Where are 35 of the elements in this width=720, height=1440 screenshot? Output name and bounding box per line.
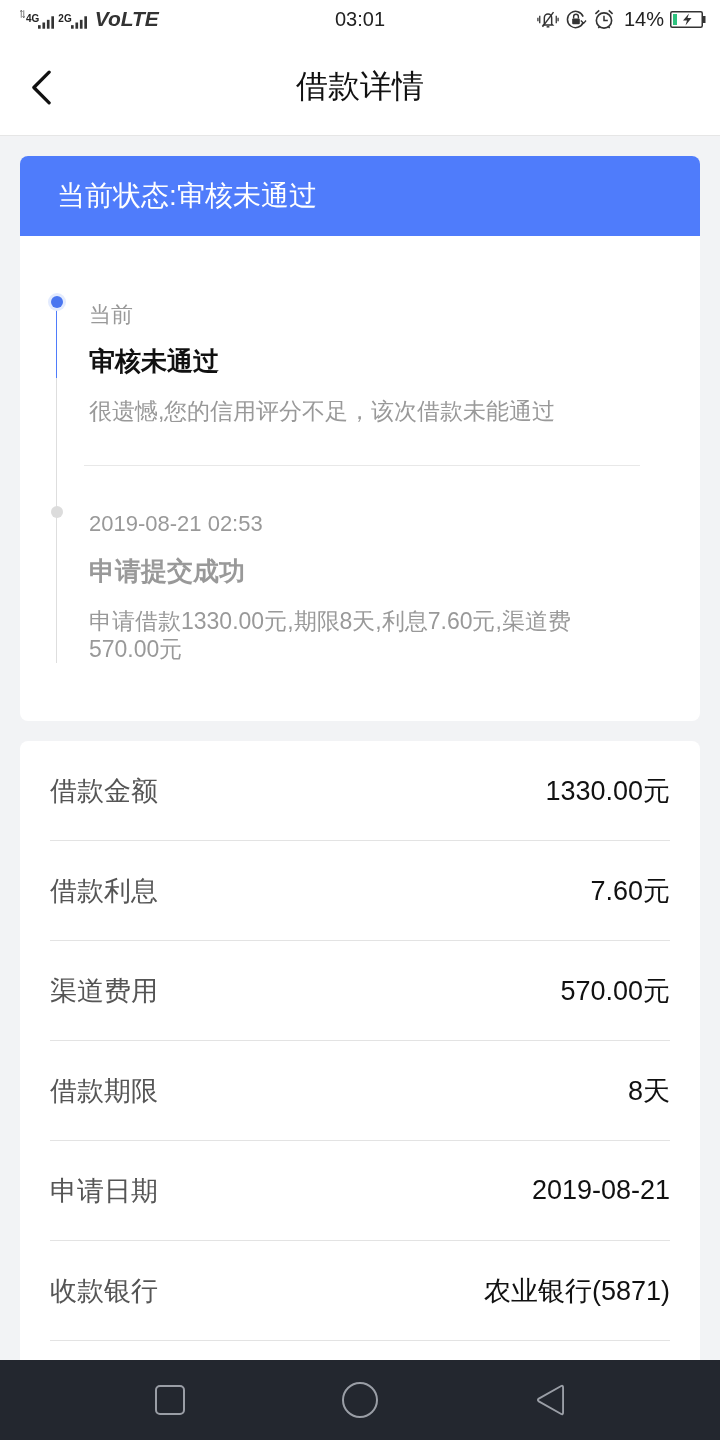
detail-value: 7.60元 bbox=[590, 874, 670, 908]
timeline-time: 2019-08-21 02:53 bbox=[89, 510, 263, 538]
volte-label: VoLTE bbox=[94, 7, 159, 31]
detail-label: 借款利息 bbox=[50, 874, 158, 908]
timeline-title: 审核未通过 bbox=[89, 345, 219, 378]
chevron-left-icon bbox=[30, 69, 52, 105]
rotation-lock-icon bbox=[564, 8, 587, 30]
timeline-description: 申请借款1330.00元,期限8天,利息7.60元,渠道费570.00元 bbox=[89, 607, 572, 663]
network-label: 2G bbox=[58, 13, 72, 24]
detail-label: 借款金额 bbox=[50, 774, 158, 808]
detail-value: 1330.00元 bbox=[545, 774, 670, 808]
signal-icon bbox=[70, 15, 87, 29]
square-icon bbox=[155, 1385, 185, 1415]
detail-value: 8天 bbox=[627, 1074, 670, 1108]
status-banner-text: 当前状态:审核未通过 bbox=[57, 179, 317, 213]
signal-icon bbox=[38, 15, 55, 29]
network-label: 4G bbox=[26, 13, 40, 24]
detail-label: 申请日期 bbox=[50, 1174, 158, 1208]
battery-charging-icon bbox=[670, 10, 706, 28]
detail-value: 570.00元 bbox=[560, 974, 670, 1008]
alarm-clock-icon bbox=[592, 8, 615, 30]
detail-label: 收款银行 bbox=[50, 1274, 158, 1308]
timeline-description: 很遗憾,您的信用评分不足，该次借款未能通过 bbox=[89, 397, 556, 425]
detail-value: 农业银行(5871) bbox=[483, 1274, 670, 1308]
detail-label: 渠道费用 bbox=[50, 974, 158, 1008]
detail-value: 2019-08-21 bbox=[531, 1175, 670, 1206]
triangle-back-icon bbox=[536, 1383, 564, 1417]
timeline-time: 当前 bbox=[89, 301, 133, 329]
battery-percent: 14% bbox=[623, 7, 664, 31]
timeline-title: 申请提交成功 bbox=[89, 555, 245, 588]
page-title: 借款详情 bbox=[296, 66, 424, 106]
clock-time: 03:01 bbox=[334, 7, 386, 31]
detail-label: 借款期限 bbox=[50, 1074, 158, 1108]
circle-icon bbox=[342, 1382, 378, 1418]
data-arrows-icon bbox=[20, 10, 25, 18]
